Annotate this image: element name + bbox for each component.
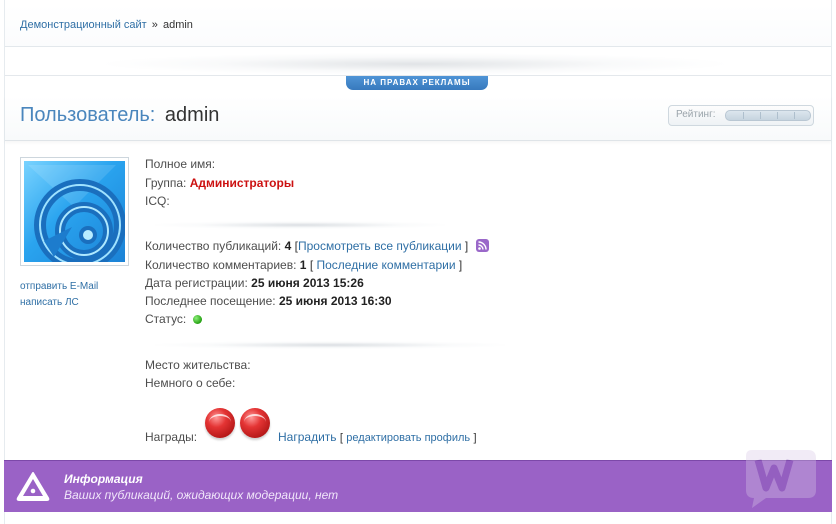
profile-side-links: отправить E-Mail написать ЛС [20,279,98,311]
group-row: Группа: Администраторы [145,176,294,190]
award-medal-icon [205,408,235,438]
rating-bar-segment [760,112,761,119]
rss-icon[interactable] [475,239,489,252]
group-value: Администраторы [189,176,295,190]
page-frame: Демонстрационный сайт » admin НА ПРАВАХ … [4,0,832,524]
edit-profile-link[interactable]: редактировать профиль [346,432,470,444]
avatar [20,157,129,266]
info-notice: Информация Ваших публикаций, ожидающих м… [4,460,832,512]
ad-badge: НА ПРАВАХ РЕКЛАМЫ [346,76,488,90]
info-divider [155,221,445,229]
registration-row: Дата регистрации: 25 июня 2013 15:26 [145,276,364,290]
last-comments-link[interactable]: Последние комментарии [317,258,456,272]
info-divider [155,341,505,349]
status-label: Статус: [145,312,187,326]
bracket-close: ] [473,432,477,444]
bracket-open: [ [339,432,343,444]
award-actions: Наградить [ редактировать профиль ] [278,430,477,444]
status-online-icon [192,315,202,324]
notice-text: Ваших публикаций, ожидающих модерации, н… [64,488,339,502]
bracket-close: ] [458,258,463,272]
publications-row: Количество публикаций: 4 [Просмотреть вс… [145,239,489,253]
rss-glyph [477,241,487,250]
give-award-link[interactable]: Наградить [278,430,337,444]
publications-label: Количество публикаций: [145,239,282,253]
avatar-logo-icon [28,165,125,262]
ad-shadow [105,53,725,75]
fullname-label: Полное имя: [145,157,216,171]
warning-triangle-icon [16,472,50,501]
rating-bar-segment [743,112,744,119]
notice-title: Информация [64,472,143,486]
rating-widget: Рейтинг: [668,105,814,126]
all-publications-link[interactable]: Просмотреть все публикации [298,239,462,253]
publications-count: 4 [284,239,292,253]
breadcrumb-home-link[interactable]: Демонстрационный сайт [20,19,147,31]
about-label: Немного о себе: [145,376,236,390]
page-title: Пользователь: admin [20,104,219,127]
page-title-username: admin [164,104,220,126]
profile-title-row: Пользователь: admin Рейтинг: [5,96,831,141]
watermark-logo-icon [746,450,816,508]
award-medal-icon [240,408,270,438]
awards-label: Награды: [145,430,198,444]
ad-zone: НА ПРАВАХ РЕКЛАМЫ [5,47,831,91]
page-title-prefix: Пользователь: [20,104,156,126]
breadcrumb: Демонстрационный сайт » admin [20,19,193,31]
last-visit-label: Последнее посещение: [145,294,276,308]
breadcrumb-separator: » [151,19,158,31]
comments-row: Количество комментариев: 1 [ Последние к… [145,258,462,272]
bracket-open: [ [309,258,314,272]
icq-label: ICQ: [145,194,170,208]
rating-bar-segment [794,112,795,119]
registration-date: 25 июня 2013 15:26 [251,276,364,290]
avatar-image [24,161,125,262]
about-row: Немного о себе: [145,376,235,390]
awards-row: Награды: [145,430,197,444]
comments-label: Количество комментариев: [145,258,297,272]
icq-row: ICQ: [145,194,170,208]
last-visit-row: Последнее посещение: 25 июня 2013 16:30 [145,294,392,308]
rating-label: Рейтинг: [676,109,716,120]
breadcrumb-current: admin [162,19,193,31]
send-email-link[interactable]: отправить E-Mail [20,279,98,295]
breadcrumb-bar: Демонстрационный сайт » admin [5,4,831,47]
send-pm-link[interactable]: написать ЛС [20,295,98,311]
fullname-row: Полное имя: [145,157,215,171]
rating-bar[interactable] [725,110,811,121]
location-label: Место жительства: [145,358,251,372]
group-label: Группа: [145,176,187,190]
registration-label: Дата регистрации: [145,276,248,290]
comments-count: 1 [299,258,307,272]
rating-bar-segment [777,112,778,119]
last-visit-date: 25 июня 2013 16:30 [278,294,392,308]
location-row: Место жительства: [145,358,251,372]
status-row: Статус: [145,312,202,326]
bracket-close: ] [461,239,469,253]
